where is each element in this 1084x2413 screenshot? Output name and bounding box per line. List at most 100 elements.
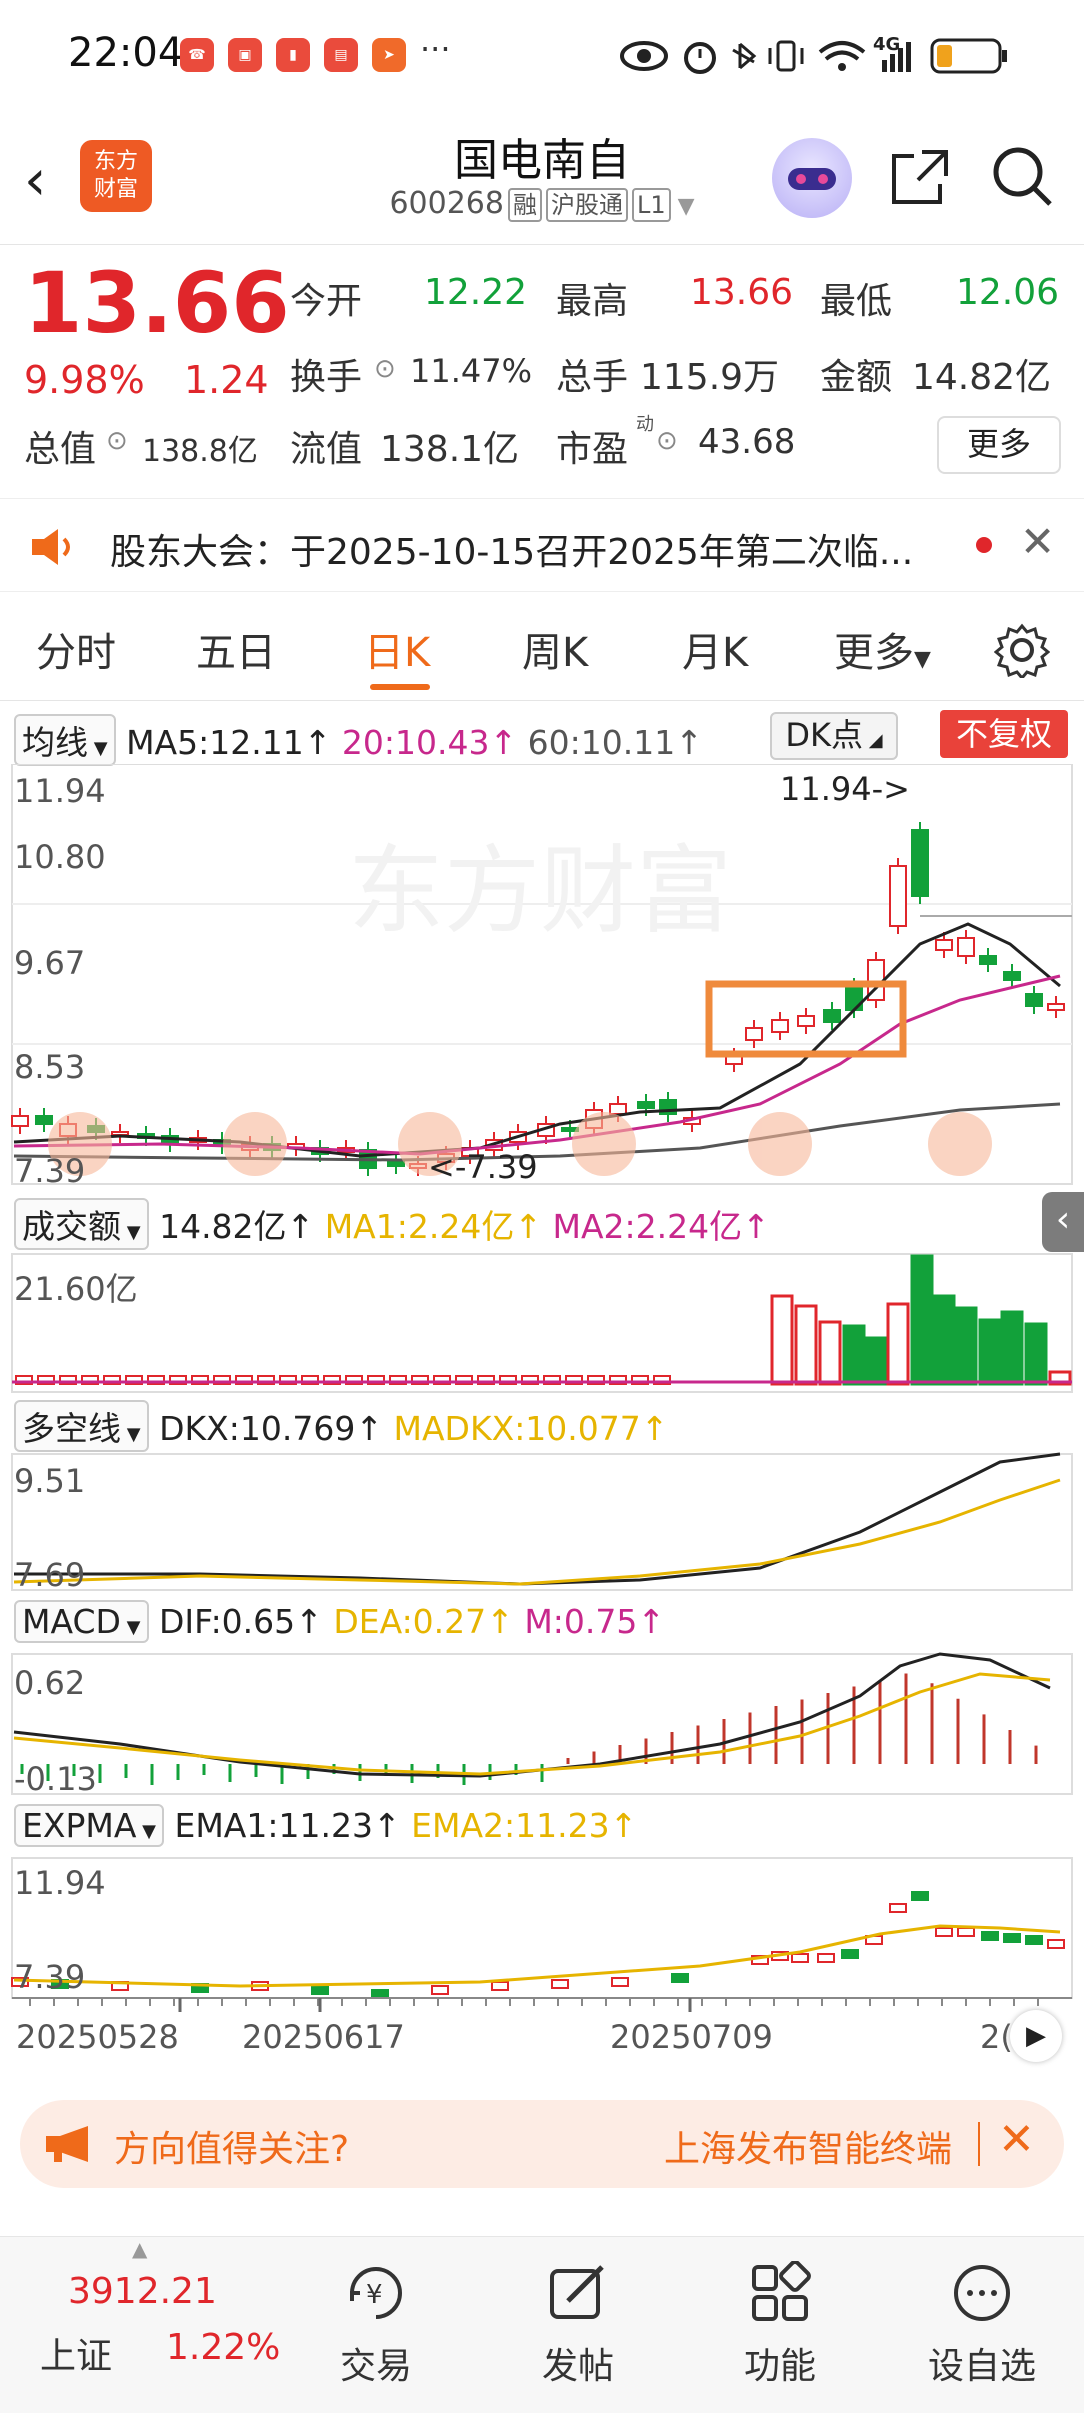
close-icon[interactable]: ✕ [998, 2114, 1035, 2165]
y-tick: 7.39 [14, 1152, 86, 1190]
dk-point-button[interactable]: DK点 ◢ [770, 712, 898, 760]
more-button[interactable]: 更多 [937, 416, 1061, 474]
mktcap-label: 总值 [24, 429, 97, 470]
ema2-value: EMA2:11.23↑ [411, 1806, 638, 1845]
assistant-robot-icon[interactable] [772, 138, 852, 218]
functions-label[interactable]: 功能 [710, 2337, 850, 2389]
info-icon[interactable]: ⊙ [106, 426, 128, 456]
svg-text:¥: ¥ [366, 2280, 383, 2310]
dkx-legend: 多空线 ▼ DKX:10.769↑ MADKX:10.077↑ [14, 1400, 668, 1452]
volume-value: 115.9万 [640, 357, 780, 398]
ema1-value: EMA1:11.23↑ [174, 1806, 401, 1845]
info-icon[interactable]: ⊙ [374, 354, 396, 384]
y-tick: -0.13 [14, 1760, 97, 1798]
dkx-dropdown[interactable]: 多空线 ▼ [14, 1400, 149, 1452]
amount-value: 14.82亿 [912, 357, 1052, 398]
y-tick: 9.67 [14, 944, 86, 982]
tab-five-day[interactable]: 五日 [196, 620, 276, 678]
dif-value: DIF:0.65↑ [159, 1602, 323, 1641]
scroll-right-icon[interactable]: ▶ [1010, 2010, 1062, 2062]
search-icon[interactable] [990, 144, 1054, 208]
mktcap-value: 138.8亿 [142, 434, 258, 469]
ma-legend: 均线 ▼ MA5:12.11↑ 20:10.43↑ 60:10.11↑ [14, 714, 703, 766]
tab-indicator [370, 684, 430, 690]
macd-dropdown[interactable]: MACD ▼ [14, 1600, 149, 1643]
date-label: 20250617 [242, 2018, 405, 2056]
float-value: 138.1亿 [380, 429, 520, 470]
volume-chart [11, 1253, 1073, 1393]
add-watchlist-icon[interactable] [950, 2261, 1014, 2325]
battery-icon [930, 38, 1007, 74]
volume-legend: 成交额 ▼ 14.82亿↑ MA1:2.24亿↑ MA2:2.24亿↑ [14, 1198, 770, 1250]
unread-dot [976, 537, 992, 553]
volume-dropdown[interactable]: 成交额 ▼ [14, 1198, 149, 1250]
notice-bar[interactable]: 股东大会：于2025-10-15召开2025年第二次临... ✕ [0, 498, 1084, 592]
alarm-icon [684, 42, 716, 74]
news-banner[interactable]: 方向值得关注? 上海发布智能终端 ✕ [20, 2100, 1064, 2188]
volume-ma2: MA2:2.24亿↑ [552, 1207, 770, 1246]
index-name[interactable]: 上证 [40, 2327, 112, 2379]
tag-connect: 沪股通 [545, 188, 628, 222]
y-tick: 11.94 [14, 1864, 106, 1902]
y-tick: 10.80 [14, 838, 106, 876]
dkx-chart [11, 1452, 1073, 1591]
megaphone-icon [46, 2126, 88, 2162]
tab-monthly-k[interactable]: 月K [682, 620, 748, 678]
min-marker: <-7.39 [428, 1148, 538, 1186]
caret-down-icon: ▼ [914, 647, 931, 672]
current-price: 13.66 [24, 254, 290, 352]
y-tick: 7.39 [14, 1958, 86, 1996]
post-icon[interactable] [546, 2261, 610, 2325]
m-value: M:0.75↑ [524, 1602, 666, 1641]
amount-label: 金额 [820, 357, 893, 398]
pe-value: 43.68 [698, 422, 796, 462]
more-notifications-icon: ··· [420, 30, 451, 68]
expma-dropdown[interactable]: EXPMA ▼ [14, 1804, 164, 1847]
settings-gear-icon[interactable] [994, 622, 1050, 678]
network-type: 4G [873, 34, 901, 55]
chevron-down-icon[interactable]: ▼ [671, 194, 695, 219]
tag-level: L1 [631, 188, 671, 222]
volume-value: 14.82亿↑ [159, 1207, 315, 1246]
status-icons [620, 38, 1007, 74]
adjust-mode-button[interactable]: 不复权 [940, 710, 1068, 758]
add-watchlist-label[interactable]: 设自选 [912, 2337, 1052, 2389]
turnover-label: 换手 [290, 357, 363, 398]
date-label: 20250528 [16, 2018, 179, 2056]
info-icon[interactable]: ⊙ [656, 426, 678, 456]
trade-icon[interactable]: ¥ [344, 2261, 408, 2325]
ma-dropdown[interactable]: 均线 ▼ [14, 714, 116, 766]
post-label[interactable]: 发帖 [508, 2337, 648, 2389]
turnover-value: 11.47% [410, 352, 533, 390]
macd-legend: MACD ▼ DIF:0.65↑ DEA:0.27↑ M:0.75↑ [14, 1600, 665, 1643]
share-icon[interactable] [888, 144, 952, 208]
y-tick: 9.51 [14, 1462, 86, 1500]
ma5-value: MA5:12.11↑ [126, 723, 332, 762]
trade-label[interactable]: 交易 [306, 2337, 446, 2389]
collapse-arrow-icon[interactable]: ‹ [1042, 1192, 1084, 1252]
status-time: 22:04 [68, 30, 184, 76]
index-percent[interactable]: 1.22% [166, 2327, 280, 2368]
pe-label: 市盈 [556, 429, 629, 470]
banner-left-text: 方向值得关注? [114, 2129, 350, 2170]
y-tick: 0.62 [14, 1664, 86, 1702]
low-label: 最低 [820, 281, 893, 322]
index-value[interactable]: 3912.21 [68, 2271, 217, 2312]
y-tick: 11.94 [14, 772, 106, 810]
kline-chart[interactable]: 东方财富 [0, 764, 1084, 1188]
tab-daily-k[interactable]: 日K [364, 620, 430, 678]
app-notification-icon: ☎ [180, 38, 214, 72]
app-notification-icon: ▤ [324, 38, 358, 72]
date-label: 2( [980, 2018, 1013, 2056]
close-icon[interactable]: ✕ [1020, 517, 1055, 566]
tab-more[interactable]: 更多▼ [834, 620, 931, 678]
low-value: 12.06 [956, 272, 1060, 313]
date-label: 20250709 [610, 2018, 773, 2056]
tab-weekly-k[interactable]: 周K [522, 620, 588, 678]
high-value: 13.66 [690, 272, 794, 313]
tab-intraday[interactable]: 分时 [36, 620, 116, 678]
open-value: 12.22 [424, 272, 528, 313]
caret-up-icon[interactable]: ▲ [132, 2237, 147, 2261]
watermark: 东方财富 [348, 835, 732, 947]
functions-grid-icon[interactable] [748, 2261, 812, 2325]
